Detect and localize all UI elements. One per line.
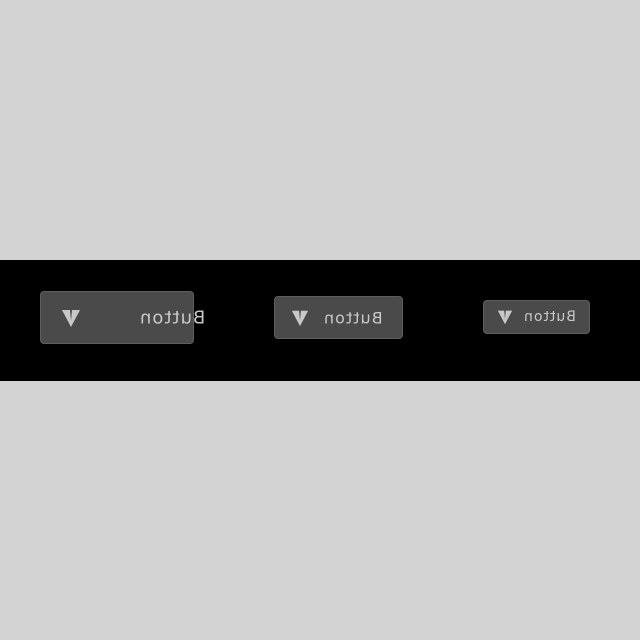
button-label: Button (523, 309, 576, 325)
canvas: Button Button Button (0, 0, 640, 640)
button-medium[interactable]: Button (274, 296, 403, 339)
button-label: Button (139, 307, 206, 328)
button-large[interactable]: Button (40, 291, 205, 344)
v-logo-icon (291, 310, 309, 326)
v-logo-icon (62, 309, 80, 327)
v-logo-icon (497, 310, 513, 325)
button-small[interactable]: Button (483, 300, 590, 334)
button-label: Button (323, 308, 383, 327)
